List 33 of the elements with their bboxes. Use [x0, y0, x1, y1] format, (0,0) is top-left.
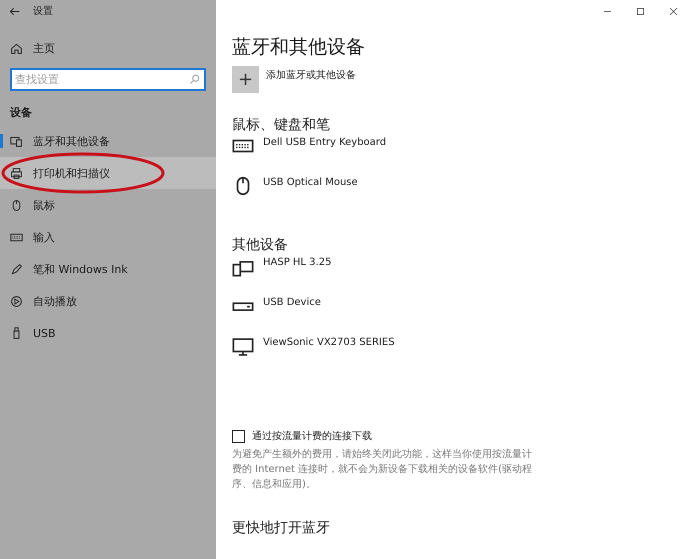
section-heading: 鼠标、键盘和笔 [232, 116, 331, 135]
search-field[interactable]: 查找设置 [10, 68, 206, 91]
sidebar-item[interactable]: 蓝牙和其他设备 [0, 125, 216, 157]
sidebar-item[interactable]: 输入 [0, 221, 216, 253]
printer-icon [10, 166, 23, 180]
sidebar-item[interactable]: 自动播放 [0, 285, 216, 317]
maximize-icon [635, 6, 646, 16]
search-icon [189, 73, 201, 85]
play-circle-icon [10, 294, 23, 308]
add-device-link[interactable]: 添加蓝牙或其他设备 [266, 68, 356, 82]
device-name[interactable]: ViewSonic VX2703 SERIES [263, 337, 395, 348]
checkbox-label: 通过按流量计费的连接下载 [252, 430, 372, 443]
section-heading: 设备 [8, 105, 33, 121]
device-name[interactable]: USB Device [263, 297, 321, 308]
devices-icon [10, 134, 23, 148]
home-link[interactable]: 主页 [33, 40, 55, 56]
description-text: 为避免产生额外的费用，请始终关闭此功能，这样当你使用按流量计费的 Internet 连接时，就不会为新设备下载相关的设备软件(驱动程序、信息和应用)。 [232, 448, 532, 492]
device-name[interactable]: Dell USB Entry Keyboard [263, 137, 386, 148]
close-icon [668, 6, 679, 16]
add-button[interactable]: + [232, 66, 259, 93]
pen-icon [10, 262, 23, 276]
checkbox[interactable] [232, 430, 245, 442]
device-name[interactable]: USB Optical Mouse [263, 177, 358, 188]
device-name[interactable]: HASP HL 3.25 [263, 257, 332, 268]
sidebar-item[interactable]: 笔和 Windows Ink [0, 253, 216, 285]
window-title: 设置 [33, 4, 53, 18]
page-title: 蓝牙和其他设备 [232, 35, 366, 60]
section-title: 更快地打开蓝牙 [232, 519, 331, 537]
sidebar-item[interactable]: 鼠标 [0, 189, 216, 221]
mouse-icon [10, 198, 23, 212]
section-heading: 其他设备 [232, 236, 289, 255]
sidebar-item[interactable]: USB [0, 317, 216, 349]
home-icon[interactable] [10, 42, 23, 54]
